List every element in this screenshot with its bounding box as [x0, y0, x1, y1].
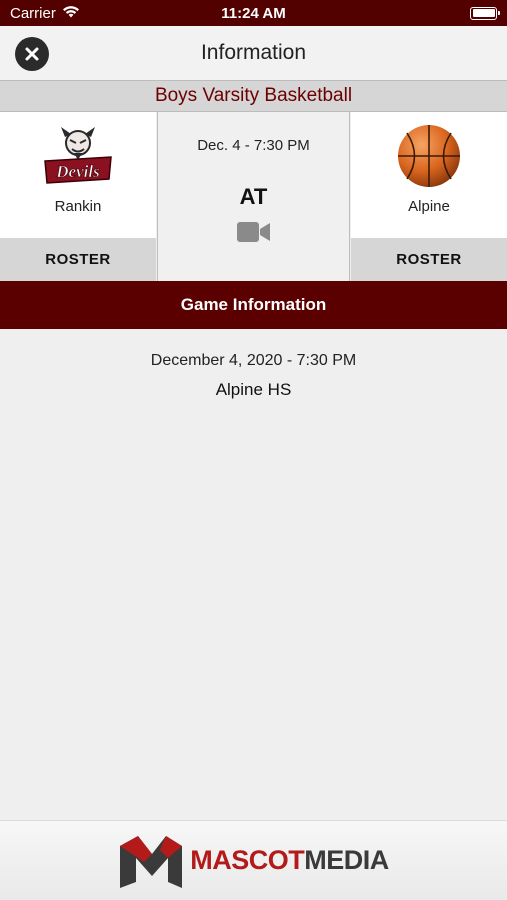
close-icon	[25, 47, 39, 61]
game-info-location: Alpine HS	[215, 380, 292, 399]
sponsor-footer[interactable]: MASCOTMEDIA	[0, 820, 507, 900]
game-datetime-short: Dec. 4 - 7:30 PM	[197, 137, 310, 154]
game-summary: Dec. 4 - 7:30 PM AT	[157, 112, 350, 281]
away-team-name: Alpine	[408, 198, 450, 215]
basketball-icon	[394, 125, 464, 187]
game-info-header: Game Information	[0, 281, 507, 329]
page-title: Information	[200, 41, 307, 64]
brand-name-part1: MASCOT	[190, 845, 305, 875]
devil-logo-icon: Devils	[43, 126, 113, 186]
brand-name-part2: MEDIA	[304, 845, 389, 875]
sport-banner: Boys Varsity Basketball	[0, 80, 507, 112]
mascot-media-m-icon	[120, 835, 183, 888]
home-roster-button[interactable]: ROSTER	[0, 238, 156, 281]
nav-header: Information	[0, 26, 507, 80]
video-camera-icon[interactable]	[236, 220, 271, 249]
away-team-panel[interactable]: Alpine	[351, 112, 507, 238]
game-info-datetime: December 4, 2020 - 7:30 PM	[150, 352, 357, 369]
mascot-media-logo: MASCOTMEDIA	[118, 832, 389, 890]
at-label: AT	[239, 184, 268, 209]
wifi-icon	[62, 5, 80, 22]
status-bar: Carrier 11:24 AM	[0, 0, 507, 26]
carrier-label: Carrier	[10, 4, 56, 22]
battery-icon	[470, 6, 500, 20]
svg-text:Devils: Devils	[55, 162, 100, 181]
home-team-panel[interactable]: Devils Rankin	[0, 112, 156, 238]
away-roster-button[interactable]: ROSTER	[351, 238, 507, 281]
home-team-name: Rankin	[54, 198, 102, 215]
close-button[interactable]	[15, 37, 49, 71]
